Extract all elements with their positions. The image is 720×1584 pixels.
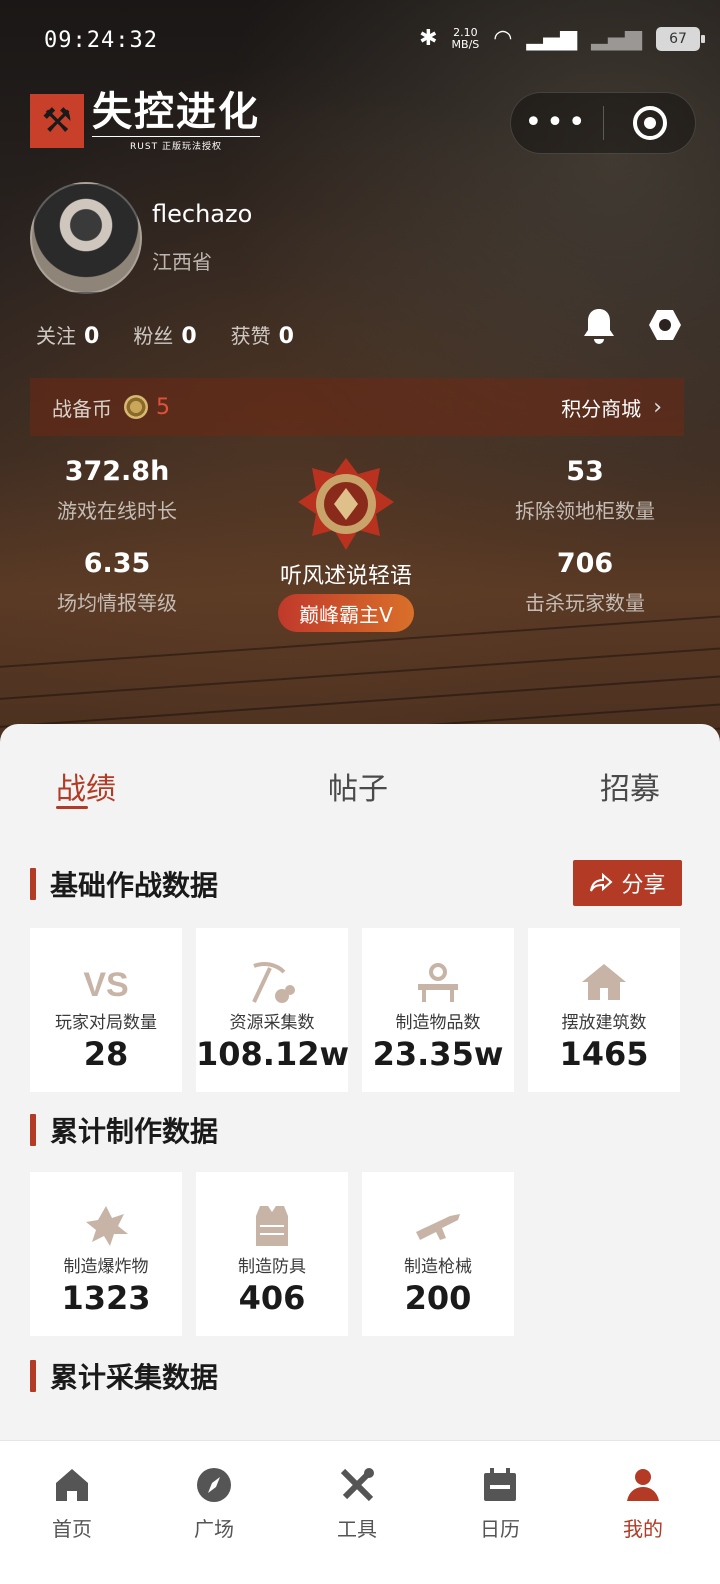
fans-count[interactable]: 粉丝 0 [133, 320, 196, 349]
tab-bar: 战绩 帖子 招募 [0, 764, 720, 814]
stat-cabinets-destroyed: 53 拆除领地柜数量 [515, 456, 655, 523]
explosive-icon [86, 1206, 128, 1246]
rank-medal-icon [298, 458, 394, 550]
nav-mine[interactable]: 我的 [598, 1465, 688, 1542]
user-icon [627, 1469, 659, 1501]
section-crafting-title: 累计制作数据 [30, 1110, 218, 1150]
pickaxe-icon [252, 962, 295, 1003]
tab-records[interactable]: 战绩 [56, 764, 116, 808]
tab-indicator [56, 806, 88, 809]
rank-name: 听风述说轻语 [279, 564, 412, 589]
coin-label: 战备币 [52, 396, 112, 421]
tile-explosives[interactable]: 制造爆炸物 1323 [30, 1172, 182, 1336]
stat-intel-level: 6.35 场均情报等级 [57, 548, 177, 615]
tile-crafted-items[interactable]: 制造物品数 23.35w [362, 928, 514, 1092]
nav-home[interactable]: 首页 [27, 1465, 117, 1542]
rank-badge: 巅峰霸主V [278, 594, 414, 632]
nav-tools[interactable]: 工具 [312, 1465, 402, 1542]
follow-count[interactable]: 关注 0 [36, 320, 99, 349]
armor-icon [256, 1206, 288, 1246]
close-miniapp-button[interactable] [604, 106, 695, 140]
target-icon [632, 106, 667, 140]
nav-calendar[interactable]: 日历 [455, 1465, 545, 1542]
tile-firearms[interactable]: 制造枪械 200 [362, 1172, 514, 1336]
nav-plaza[interactable]: 广场 [169, 1465, 259, 1542]
bluetooth-icon: ✱ [419, 26, 438, 51]
tile-armor[interactable]: 制造防具 406 [196, 1172, 348, 1336]
coin-value: 5 [156, 394, 170, 420]
chevron-right-icon: › [653, 394, 662, 420]
status-bar: 09:24:32 ✱ 2.10 MB/S ◠ ▂▄▆ ▂▄▆ 67 [0, 0, 720, 84]
more-options-icon[interactable]: ••• [511, 108, 603, 138]
share-icon [590, 873, 614, 892]
username: flechazo [152, 200, 253, 228]
coin-icon [124, 395, 148, 419]
avatar[interactable] [30, 182, 142, 294]
share-button[interactable]: 分享 [573, 860, 682, 906]
section-basic-title: 基础作战数据 [30, 864, 218, 904]
miniapp-capsule: ••• [510, 92, 696, 154]
battery-icon: 67 [656, 26, 705, 51]
settings-icon[interactable] [648, 308, 682, 342]
svg-text:VS: VS [83, 966, 128, 1004]
tab-posts[interactable]: 帖子 [328, 764, 388, 808]
section-gathering-title: 累计采集数据 [30, 1356, 218, 1396]
tile-resources[interactable]: 资源采集数 108.12w [196, 928, 349, 1092]
status-time: 09:24:32 [44, 28, 158, 53]
vs-icon: VS [83, 966, 128, 1004]
tile-matches[interactable]: VS 玩家对局数量 28 [30, 928, 182, 1092]
net-speed: 2.10 MB/S [451, 25, 480, 51]
signal-icon: ▂▄▆ [591, 26, 642, 51]
rifle-icon [416, 1214, 460, 1240]
profile-header: 09:24:32 ✱ 2.10 MB/S ◠ ▂▄▆ ▂▄▆ 67 ⚒ 失控进化 … [0, 0, 720, 760]
house-icon [582, 964, 626, 1000]
wifi-icon: ◠ [493, 26, 513, 51]
compass-icon [197, 1468, 231, 1502]
app-logo: ⚒ 失控进化 RUST 正版玩法授权 [30, 90, 260, 152]
likes-count[interactable]: 获赞 0 [231, 320, 294, 349]
social-counts: 关注 0 粉丝 0 获赞 0 [36, 320, 294, 349]
workbench-icon [418, 963, 458, 1002]
logo-subtitle: RUST 正版玩法授权 [92, 136, 260, 152]
home-icon [56, 1469, 88, 1501]
user-location: 江西省 [152, 250, 212, 274]
stat-kills: 706 击杀玩家数量 [525, 548, 645, 615]
bottom-nav: 首页 广场 工具 日历 我的 [0, 1440, 720, 1584]
tile-buildings[interactable]: 摆放建筑数 1465 [528, 928, 680, 1092]
signal-5g-icon: ▂▄▆ [526, 26, 578, 51]
tab-recruit[interactable]: 招募 [600, 764, 660, 808]
tools-icon [340, 1468, 374, 1502]
logo-title: 失控进化 [92, 89, 260, 135]
calendar-icon [484, 1468, 516, 1501]
logo-mark-icon: ⚒ [30, 94, 84, 148]
points-mall-link[interactable]: 积分商城 › [561, 393, 662, 422]
content-card: 战绩 帖子 招募 基础作战数据 分享 VS 玩家对局数量 28 资源采集数 10… [0, 724, 720, 1440]
bell-icon[interactable] [582, 306, 616, 346]
stat-online-hours: 372.8h 游戏在线时长 [57, 456, 177, 523]
coin-bar[interactable]: 战备币 5 积分商城 › [30, 378, 684, 436]
